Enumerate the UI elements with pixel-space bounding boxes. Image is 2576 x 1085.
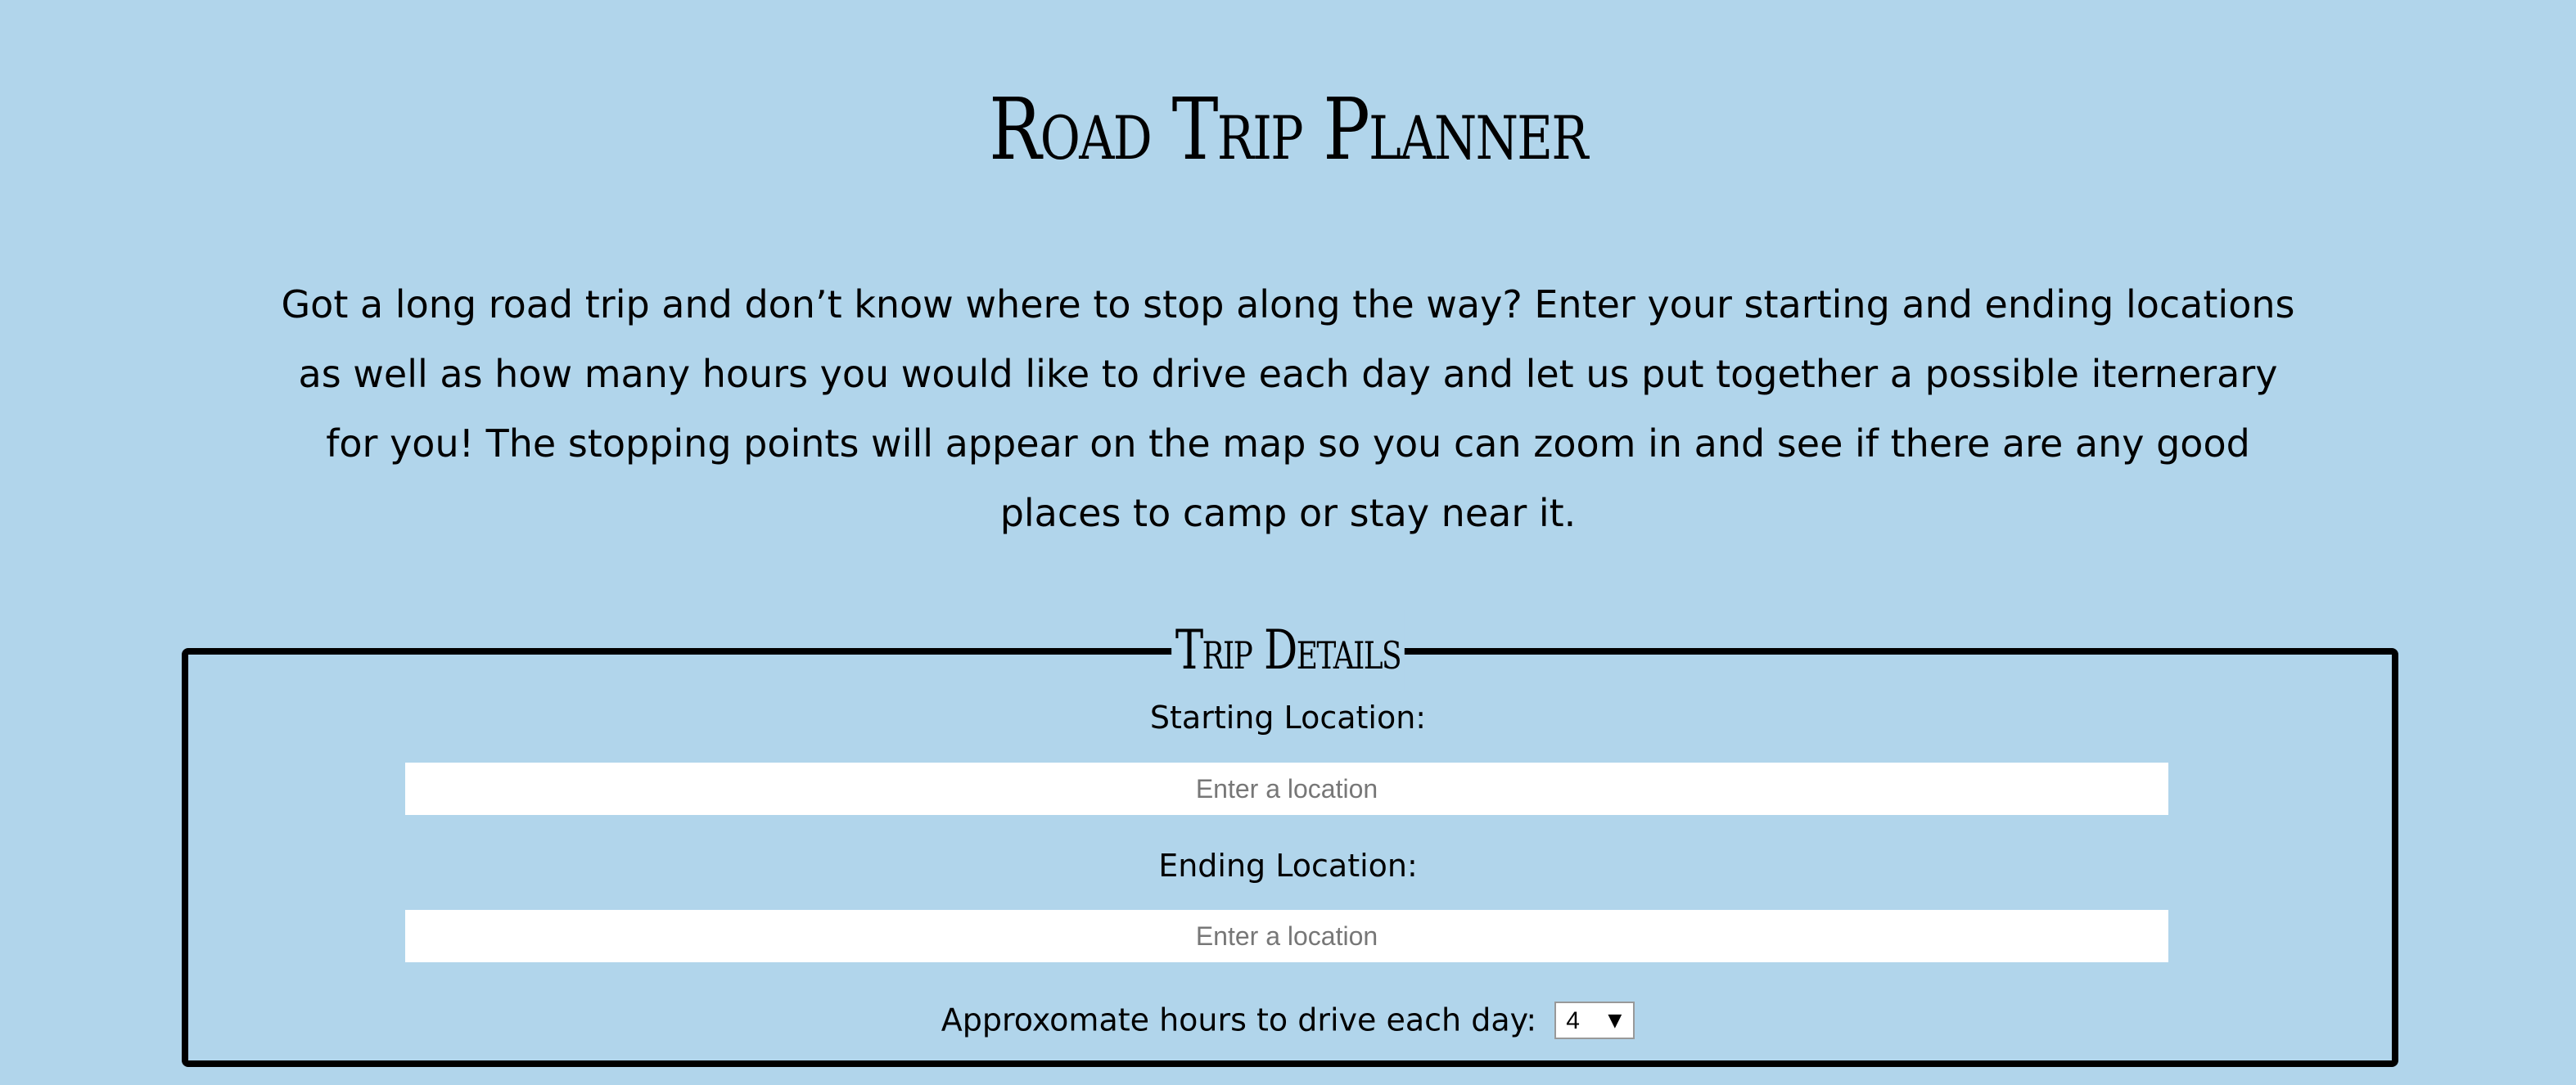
starting-location-label: Starting Location: — [1149, 700, 1427, 736]
starting-location-input[interactable] — [405, 763, 2168, 815]
ending-location-label: Ending Location: — [1158, 848, 1418, 884]
chevron-down-icon: ▼ — [1608, 1010, 1622, 1031]
hours-label: Approxomate hours to drive each day: — [941, 1002, 1537, 1038]
hours-select[interactable]: 4 ▼ — [1554, 1001, 1635, 1039]
hours-select-value: 4 — [1566, 1006, 1580, 1034]
page-title: Road Trip Planner — [989, 79, 1588, 179]
hours-row: Approxomate hours to drive each day: 4 ▼ — [0, 995, 2576, 1043]
ending-location-input[interactable] — [405, 910, 2168, 962]
intro-paragraph: Got a long road trip and don’t know wher… — [281, 282, 2295, 535]
